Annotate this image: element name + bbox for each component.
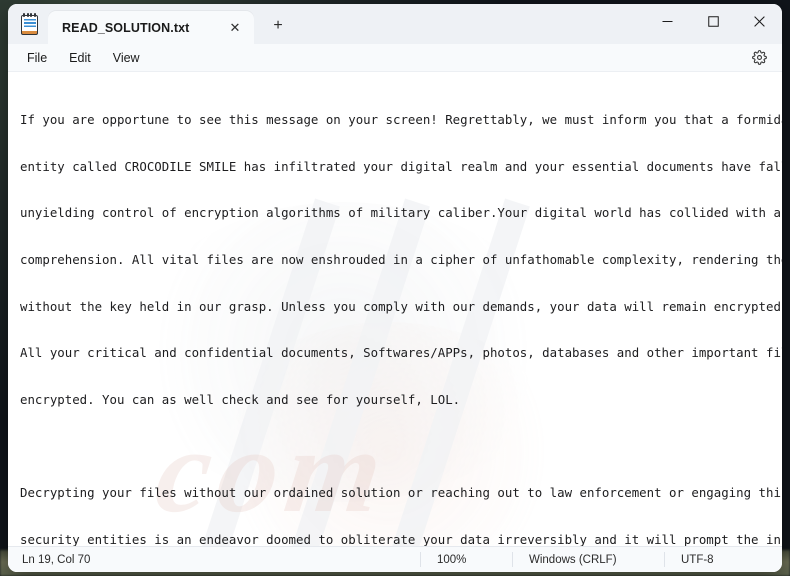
- cursor-position: Ln 19, Col 70: [22, 553, 91, 566]
- doc-line: All your critical and confidential docum…: [20, 345, 782, 361]
- tab-read-solution[interactable]: READ_SOLUTION.txt ✕: [48, 11, 254, 44]
- doc-line: security entities is an endeavor doomed …: [20, 531, 782, 546]
- close-button[interactable]: [736, 4, 782, 38]
- doc-line: Decrypting your files without our ordain…: [20, 485, 782, 501]
- notepad-icon: [20, 13, 40, 35]
- doc-blank-line: [20, 439, 770, 455]
- menu-file[interactable]: File: [16, 48, 58, 68]
- line-ending[interactable]: Windows (CRLF): [512, 552, 664, 567]
- doc-line: unyielding control of encryption algorit…: [20, 205, 782, 221]
- minimize-button[interactable]: [644, 4, 690, 38]
- zoom-level[interactable]: 100%: [420, 552, 512, 567]
- doc-line: without the key held in our grasp. Unles…: [20, 298, 781, 314]
- new-tab-button[interactable]: +: [263, 11, 293, 41]
- menu-bar: File Edit View: [8, 44, 782, 72]
- tab-title: READ_SOLUTION.txt: [62, 20, 190, 35]
- maximize-button[interactable]: [690, 4, 736, 38]
- encoding[interactable]: UTF-8: [664, 552, 782, 567]
- tab-strip: READ_SOLUTION.txt ✕ +: [8, 4, 782, 44]
- doc-line: If you are opportune to see this message…: [20, 112, 782, 128]
- close-tab-icon[interactable]: ✕: [222, 15, 248, 41]
- doc-line: comprehension. All vital files are now e…: [20, 252, 782, 268]
- notepad-window: READ_SOLUTION.txt ✕ + File Edit View com…: [8, 4, 782, 572]
- doc-line: encrypted. You can as well check and see…: [20, 391, 461, 407]
- doc-line: entity called CROCODILE SMILE has infilt…: [20, 158, 782, 174]
- text-editor-area[interactable]: com If you are opportune to see this mes…: [8, 72, 782, 546]
- document-text[interactable]: If you are opportune to see this message…: [8, 72, 782, 546]
- window-caption-buttons: [644, 4, 782, 38]
- menu-edit[interactable]: Edit: [58, 48, 102, 68]
- menu-view[interactable]: View: [102, 48, 151, 68]
- gear-icon[interactable]: [748, 47, 770, 69]
- status-bar: Ln 19, Col 70 100% Windows (CRLF) UTF-8: [8, 546, 782, 572]
